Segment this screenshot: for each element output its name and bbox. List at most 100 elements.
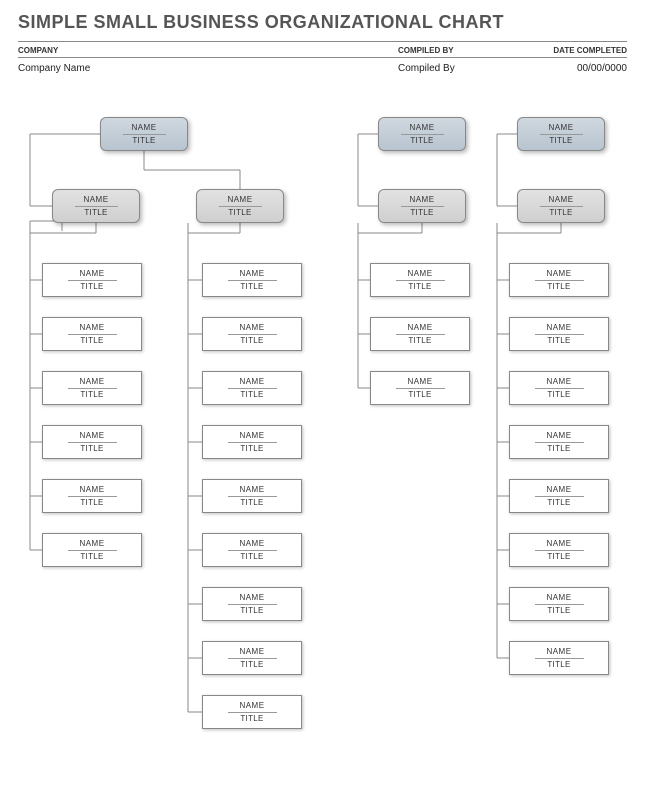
- org-node-leaf: NAMETITLE: [370, 371, 470, 405]
- node-name: NAME: [79, 323, 104, 333]
- org-node-leaf: NAME TITLE: [202, 695, 302, 729]
- divider: [540, 206, 583, 207]
- node-title: TITLE: [80, 444, 103, 453]
- divider: [396, 388, 445, 389]
- node-name: NAME: [409, 123, 434, 133]
- org-node-leaf: NAMETITLE: [42, 533, 142, 567]
- divider: [228, 280, 277, 281]
- org-node-top: NAME TITLE: [378, 117, 466, 151]
- divider: [123, 134, 166, 135]
- node-title: TITLE: [408, 282, 431, 291]
- node-title: TITLE: [547, 660, 570, 669]
- node-title: TITLE: [410, 136, 433, 145]
- org-node-leaf: NAME TITLE: [202, 371, 302, 405]
- node-title: TITLE: [549, 136, 572, 145]
- node-title: TITLE: [547, 606, 570, 615]
- node-title: TITLE: [408, 390, 431, 399]
- divider: [68, 388, 117, 389]
- divider: [68, 550, 117, 551]
- date-completed-value: 00/00/0000: [533, 58, 627, 80]
- compiled-by-value: Compiled By: [398, 58, 533, 80]
- node-name: NAME: [227, 195, 252, 205]
- divider: [535, 658, 584, 659]
- divider: [68, 280, 117, 281]
- org-node-leaf: NAMETITLE: [202, 587, 302, 621]
- divider: [219, 206, 262, 207]
- node-title: TITLE: [228, 208, 251, 217]
- node-title: TITLE: [547, 498, 570, 507]
- node-title: TITLE: [547, 444, 570, 453]
- node-title: TITLE: [240, 336, 263, 345]
- org-node-mid: NAME TITLE: [517, 189, 605, 223]
- node-name: NAME: [79, 431, 104, 441]
- org-node-leaf: NAME TITLE: [202, 479, 302, 513]
- node-name: NAME: [546, 323, 571, 333]
- divider: [228, 442, 277, 443]
- org-node-leaf: NAME TITLE: [509, 641, 609, 675]
- divider: [75, 206, 118, 207]
- org-node-leaf: NAMETITLE: [202, 533, 302, 567]
- node-name: NAME: [548, 195, 573, 205]
- divider: [68, 334, 117, 335]
- org-node-leaf: NAME TITLE: [202, 425, 302, 459]
- divider: [228, 712, 277, 713]
- node-title: TITLE: [410, 208, 433, 217]
- node-title: TITLE: [240, 390, 263, 399]
- node-title: TITLE: [547, 390, 570, 399]
- org-node-leaf: NAME TITLE: [42, 425, 142, 459]
- org-chart: NAME TITLE NAME TITLE NAME TITLE NAME TITLE NAME…: [0, 95, 645, 805]
- divider: [228, 388, 277, 389]
- org-node-leaf: NAMETITLE: [202, 263, 302, 297]
- node-name: NAME: [546, 593, 571, 603]
- node-name: NAME: [546, 431, 571, 441]
- node-name: NAME: [239, 647, 264, 657]
- divider: [535, 280, 584, 281]
- org-node-leaf: NAMETITLE: [370, 317, 470, 351]
- divider: [401, 134, 444, 135]
- node-name: NAME: [239, 269, 264, 279]
- node-title: TITLE: [240, 714, 263, 723]
- node-title: TITLE: [408, 336, 431, 345]
- org-node-leaf: NAME TITLE: [509, 425, 609, 459]
- org-node-leaf: NAME TITLE: [509, 371, 609, 405]
- divider: [228, 334, 277, 335]
- header-row: COMPANY Company Name COMPILED BY Compile…: [18, 41, 627, 80]
- node-name: NAME: [131, 123, 156, 133]
- compiled-by-label: COMPILED BY: [398, 42, 533, 58]
- org-node-top: NAMETITLE: [100, 117, 188, 151]
- node-title: TITLE: [80, 552, 103, 561]
- divider: [535, 550, 584, 551]
- divider: [396, 280, 445, 281]
- node-name: NAME: [548, 123, 573, 133]
- org-node-leaf: NAMETITLE: [42, 263, 142, 297]
- node-name: NAME: [239, 485, 264, 495]
- org-node-leaf: NAMETITLE: [42, 479, 142, 513]
- node-title: TITLE: [549, 208, 572, 217]
- node-title: TITLE: [84, 208, 107, 217]
- org-node-leaf: NAMETITLE: [202, 641, 302, 675]
- node-title: TITLE: [547, 552, 570, 561]
- node-name: NAME: [79, 485, 104, 495]
- divider: [228, 550, 277, 551]
- org-node-mid: NAME TITLE: [196, 189, 284, 223]
- company-label: COMPANY: [18, 42, 398, 58]
- node-title: TITLE: [80, 282, 103, 291]
- node-title: TITLE: [240, 444, 263, 453]
- node-title: TITLE: [240, 498, 263, 507]
- node-name: NAME: [546, 377, 571, 387]
- node-name: NAME: [239, 701, 264, 711]
- page-title: SIMPLE SMALL BUSINESS ORGANIZATIONAL CHA…: [0, 0, 645, 41]
- node-name: NAME: [239, 593, 264, 603]
- node-name: NAME: [546, 485, 571, 495]
- divider: [228, 658, 277, 659]
- date-completed-label: DATE COMPLETED: [533, 42, 627, 58]
- node-name: NAME: [239, 431, 264, 441]
- divider: [68, 496, 117, 497]
- node-name: NAME: [546, 539, 571, 549]
- divider: [396, 334, 445, 335]
- node-name: NAME: [239, 377, 264, 387]
- node-name: NAME: [546, 647, 571, 657]
- node-name: NAME: [407, 269, 432, 279]
- node-title: TITLE: [240, 552, 263, 561]
- org-node-leaf: NAME TITLE: [509, 533, 609, 567]
